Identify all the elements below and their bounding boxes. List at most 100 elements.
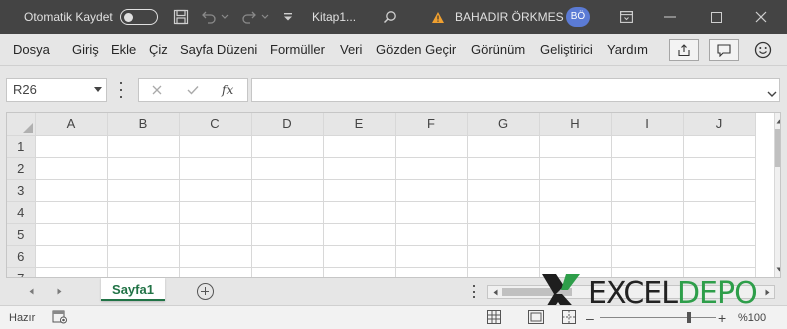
cell[interactable]	[179, 135, 252, 158]
cell[interactable]	[323, 135, 396, 158]
cell[interactable]	[395, 223, 468, 246]
cell[interactable]	[35, 245, 108, 268]
maximize-icon[interactable]	[708, 0, 724, 34]
row-header[interactable]: 7	[7, 267, 36, 277]
cell[interactable]	[611, 179, 684, 202]
cell[interactable]	[395, 267, 468, 277]
cell[interactable]	[35, 223, 108, 246]
cell[interactable]	[35, 157, 108, 180]
cell[interactable]	[539, 135, 612, 158]
row-header[interactable]: 6	[7, 245, 36, 268]
prev-sheet-icon[interactable]	[22, 278, 40, 305]
cell[interactable]	[251, 245, 324, 268]
cell[interactable]	[323, 223, 396, 246]
cell[interactable]	[107, 157, 180, 180]
cell[interactable]	[179, 157, 252, 180]
user-name[interactable]: BAHADIR ÖRKMES	[455, 0, 564, 34]
column-header[interactable]: A	[35, 113, 108, 136]
cell[interactable]	[539, 223, 612, 246]
zoom-out-button[interactable]: –	[586, 306, 594, 329]
column-header[interactable]: D	[251, 113, 324, 136]
cell[interactable]	[683, 179, 756, 202]
insert-function-icon[interactable]: fx	[215, 79, 243, 101]
cell[interactable]	[35, 135, 108, 158]
cell[interactable]	[251, 267, 324, 277]
close-icon[interactable]	[753, 0, 769, 34]
column-header[interactable]: H	[539, 113, 612, 136]
vertical-scroll-thumb[interactable]	[775, 129, 780, 167]
zoom-level[interactable]: %100	[738, 306, 766, 329]
cell[interactable]	[467, 201, 540, 224]
file-name[interactable]: Kitap1...	[312, 0, 356, 34]
cell[interactable]	[107, 179, 180, 202]
scroll-up-icon[interactable]	[775, 115, 780, 127]
column-header[interactable]: F	[395, 113, 468, 136]
page-break-preview-icon[interactable]	[562, 310, 576, 324]
redo-icon[interactable]	[240, 0, 258, 34]
cell[interactable]	[323, 245, 396, 268]
formula-splitter-handle[interactable]	[119, 82, 123, 98]
tab-ekle[interactable]: Ekle	[111, 34, 136, 66]
autosave-toggle[interactable]	[120, 9, 158, 25]
cell[interactable]	[467, 179, 540, 202]
tab-giris[interactable]: Giriş	[72, 34, 99, 66]
row-header[interactable]: 2	[7, 157, 36, 180]
undo-icon[interactable]	[200, 0, 218, 34]
save-icon[interactable]	[172, 0, 190, 34]
cell[interactable]	[179, 179, 252, 202]
tab-sayfa-duzeni[interactable]: Sayfa Düzeni	[180, 34, 257, 66]
share-button[interactable]	[669, 39, 699, 61]
column-header[interactable]: E	[323, 113, 396, 136]
cell[interactable]	[467, 223, 540, 246]
cell[interactable]	[179, 245, 252, 268]
cell[interactable]	[251, 223, 324, 246]
cell[interactable]	[683, 245, 756, 268]
comments-button[interactable]	[709, 39, 739, 61]
tab-formuller[interactable]: Formüller	[270, 34, 325, 66]
page-layout-view-icon[interactable]	[528, 310, 544, 324]
tab-gorunum[interactable]: Görünüm	[471, 34, 525, 66]
user-avatar[interactable]: BÖ	[566, 7, 590, 27]
cell[interactable]	[35, 267, 108, 277]
cell[interactable]	[467, 135, 540, 158]
cell[interactable]	[539, 245, 612, 268]
cell-grid[interactable]: A B C D E F G H I J 1 2 3 4 5 6 7	[7, 113, 756, 277]
tab-ciz[interactable]: Çiz	[149, 34, 168, 66]
cell[interactable]	[611, 135, 684, 158]
cell[interactable]	[323, 201, 396, 224]
cell[interactable]	[539, 179, 612, 202]
cell[interactable]	[683, 135, 756, 158]
tab-dosya[interactable]: Dosya	[13, 34, 50, 66]
column-header[interactable]: I	[611, 113, 684, 136]
cell[interactable]	[395, 245, 468, 268]
cell[interactable]	[323, 267, 396, 277]
cell[interactable]	[107, 267, 180, 277]
zoom-slider-thumb[interactable]	[687, 312, 691, 323]
column-header[interactable]: G	[467, 113, 540, 136]
cell[interactable]	[35, 201, 108, 224]
cell[interactable]	[179, 267, 252, 277]
next-sheet-icon[interactable]	[50, 278, 68, 305]
cell[interactable]	[179, 201, 252, 224]
feedback-smiley-button[interactable]	[752, 39, 774, 61]
cell[interactable]	[251, 157, 324, 180]
cell[interactable]	[611, 245, 684, 268]
cell[interactable]	[611, 201, 684, 224]
cell[interactable]	[35, 179, 108, 202]
zoom-in-button[interactable]: +	[718, 306, 726, 329]
normal-view-icon[interactable]	[487, 310, 501, 324]
cell[interactable]	[107, 223, 180, 246]
column-header[interactable]: C	[179, 113, 252, 136]
cell[interactable]	[395, 135, 468, 158]
cell[interactable]	[323, 157, 396, 180]
cell[interactable]	[107, 201, 180, 224]
cell[interactable]	[179, 223, 252, 246]
cell[interactable]	[611, 157, 684, 180]
cell[interactable]	[251, 179, 324, 202]
cell[interactable]	[539, 201, 612, 224]
cell[interactable]	[395, 179, 468, 202]
column-header[interactable]: J	[683, 113, 756, 136]
formula-bar-input[interactable]	[251, 78, 780, 102]
redo-dropdown-icon[interactable]	[260, 0, 270, 34]
zoom-slider-track[interactable]	[600, 317, 716, 318]
